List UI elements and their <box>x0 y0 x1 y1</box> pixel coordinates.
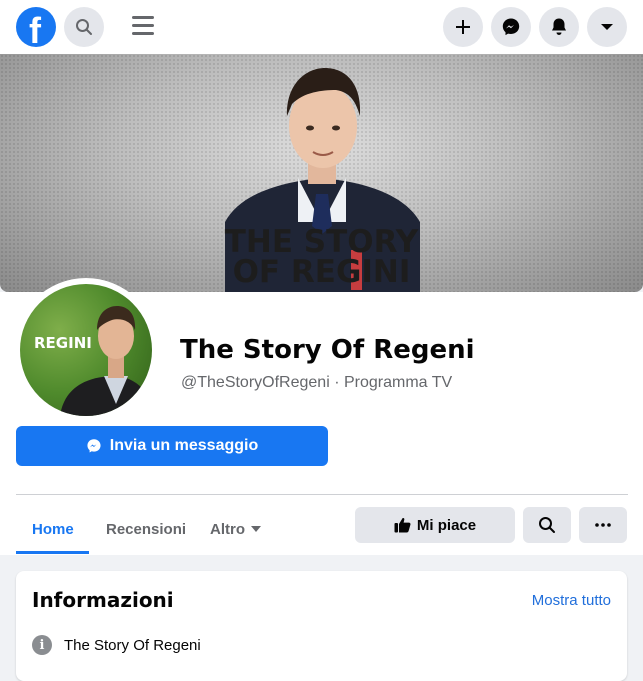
active-tab-indicator <box>16 551 89 554</box>
plus-icon <box>456 20 470 34</box>
caret-down-icon <box>251 525 261 532</box>
info-row-text: The Story Of Regeni <box>64 636 201 654</box>
show-all-link[interactable]: Mostra tutto <box>532 592 611 609</box>
facebook-logo-letter: f <box>29 10 41 51</box>
section-divider <box>16 494 628 495</box>
profile-picture-frame[interactable]: REGINI <box>14 278 158 422</box>
menu-icon[interactable] <box>132 16 154 36</box>
create-button[interactable] <box>443 7 483 47</box>
search-button[interactable] <box>64 7 104 47</box>
like-page-button[interactable]: Mi piace <box>355 507 515 543</box>
profile-header: REGINI The Story Of Regeni @TheStoryOfRe… <box>0 278 643 555</box>
info-row: i The Story Of Regeni <box>32 635 201 655</box>
account-menu-button[interactable] <box>587 7 627 47</box>
about-card-title: Informazioni <box>32 588 174 612</box>
messenger-icon <box>87 439 101 453</box>
tab-reviews[interactable]: Recensioni <box>106 504 186 554</box>
info-icon: i <box>32 635 52 655</box>
top-navigation-bar: f <box>0 0 643 54</box>
avatar-label: REGINI <box>34 334 92 352</box>
caret-down-icon <box>601 24 613 30</box>
messenger-button[interactable] <box>491 7 531 47</box>
page-handle-category: @TheStoryOfRegeni · Programma TV <box>181 374 453 391</box>
messenger-icon <box>502 18 520 36</box>
tab-label: Home <box>32 520 74 538</box>
thumbs-up-icon <box>394 518 411 533</box>
search-icon <box>539 517 555 533</box>
like-label: Mi piace <box>416 516 477 534</box>
send-message-button[interactable]: Invia un messaggio <box>16 426 328 466</box>
search-icon <box>76 19 92 35</box>
notifications-button[interactable] <box>539 7 579 47</box>
cover-photo[interactable]: THE STORY OF REGINI <box>0 54 643 292</box>
notifications-icon <box>552 18 566 35</box>
about-card: Informazioni Mostra tutto i The Story Of… <box>16 571 627 681</box>
send-message-label: Invia un messaggio <box>109 437 259 454</box>
tab-label: Altro <box>210 520 245 538</box>
page-title: The Story Of Regeni <box>180 335 475 365</box>
tab-more[interactable]: Altro <box>210 504 261 554</box>
more-options-button[interactable] <box>579 507 627 543</box>
page-search-button[interactable] <box>523 507 571 543</box>
profile-picture: REGINI <box>20 284 152 416</box>
facebook-logo-icon[interactable]: f <box>16 7 56 51</box>
tab-label: Recensioni <box>106 520 187 538</box>
tab-home[interactable]: Home <box>32 504 74 554</box>
more-dots-icon <box>595 523 611 527</box>
